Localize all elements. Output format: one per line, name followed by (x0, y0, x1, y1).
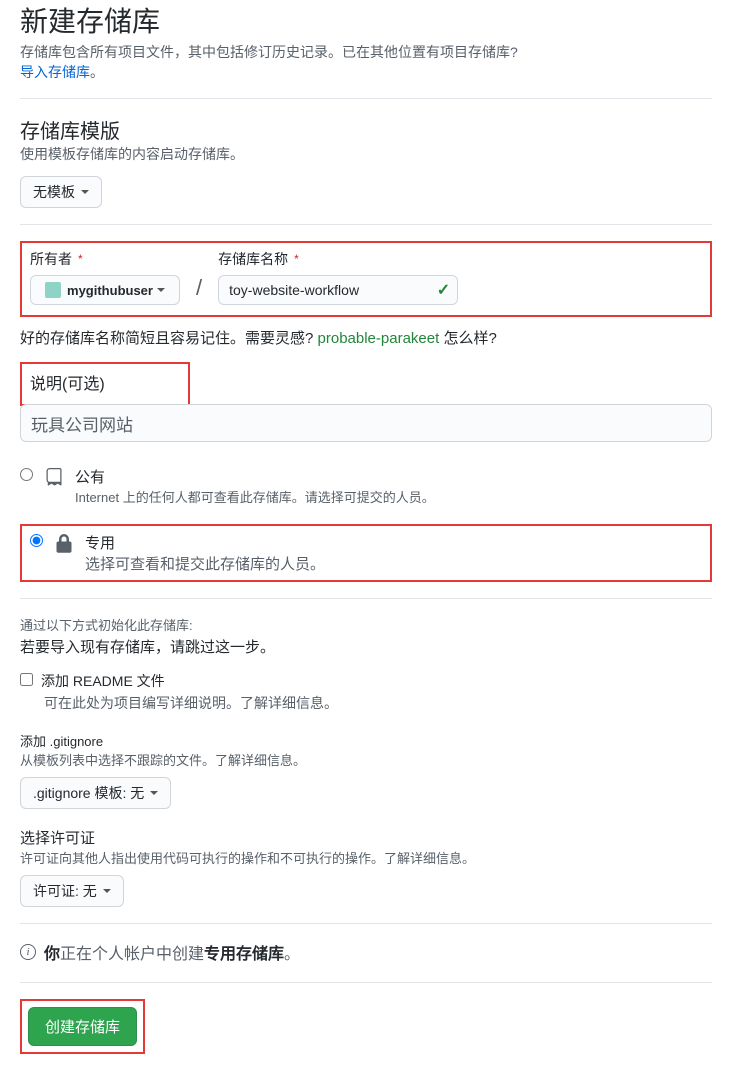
gitignore-label: 添加 .gitignore (20, 731, 712, 750)
repo-name-label: 存储库名称* (218, 249, 458, 269)
visibility-private-title: 专用 (85, 532, 325, 553)
owner-label: 所有者* (30, 249, 180, 269)
description-input[interactable] (20, 404, 712, 442)
chevron-down-icon (150, 791, 158, 795)
init-skip-hint: 若要导入现有存储库，请跳过这一步。 (20, 636, 712, 657)
import-repo-link[interactable]: 导入存储库 (20, 64, 90, 80)
license-desc: 许可证向其他人指出使用代码可执行的操作和不可执行的操作。了解详细信息。 (20, 848, 712, 867)
visibility-private-highlight: 专用 选择可查看和提交此存储库的人员。 (20, 524, 712, 582)
divider (20, 98, 712, 99)
owner-repo-highlight: 所有者* mygithubuser / 存储库名称* ✓ (20, 241, 712, 317)
repo-name-hint: 好的存储库名称简短且容易记住。需要灵感? probable-parakeet 怎… (20, 327, 712, 348)
avatar-icon (45, 282, 61, 298)
readme-checkbox[interactable] (20, 673, 33, 686)
visibility-public-title: 公有 (75, 466, 435, 487)
visibility-public-row[interactable]: 公有 Internet 上的任何人都可查看此存储库。请选择可提交的人员。 (20, 460, 712, 512)
template-title: 存储库模版 (20, 115, 712, 144)
create-button-highlight: 创建存储库 (20, 999, 145, 1054)
divider (20, 598, 712, 599)
owner-select[interactable]: mygithubuser (30, 275, 180, 305)
page-title: 新建存储库 (20, 0, 712, 40)
chevron-down-icon (103, 889, 111, 893)
template-desc: 使用模板存储库的内容启动存储库。 (20, 144, 712, 164)
description-label: 说明(可选) (30, 376, 105, 393)
visibility-private-radio[interactable] (30, 534, 43, 547)
chevron-down-icon (81, 190, 89, 194)
divider (20, 923, 712, 924)
lock-icon (53, 532, 75, 554)
repo-icon (43, 466, 65, 488)
create-repo-button[interactable]: 创建存储库 (28, 1007, 137, 1046)
visibility-private-row[interactable]: 专用 选择可查看和提交此存储库的人员。 (30, 532, 702, 574)
init-heading: 通过以下方式初始化此存储库: (20, 615, 712, 634)
description-label-highlight: 说明(可选) (20, 362, 190, 406)
divider (20, 224, 712, 225)
suggested-name[interactable]: probable-parakeet (318, 330, 440, 347)
visibility-public-radio[interactable] (20, 468, 33, 481)
gitignore-select[interactable]: .gitignore 模板: 无 (20, 777, 171, 809)
check-icon: ✓ (437, 280, 450, 300)
readme-desc: 可在此处为项目编写详细说明。了解详细信息。 (44, 693, 712, 713)
template-select[interactable]: 无模板 (20, 176, 102, 208)
repo-name-input[interactable] (218, 275, 458, 305)
slash-separator: / (192, 275, 206, 305)
license-select[interactable]: 许可证: 无 (20, 875, 124, 907)
visibility-public-desc: Internet 上的任何人都可查看此存储库。请选择可提交的人员。 (75, 487, 435, 506)
readme-label: 添加 README 文件 (41, 671, 165, 691)
info-icon: i (20, 944, 36, 960)
visibility-private-desc: 选择可查看和提交此存储库的人员。 (85, 553, 325, 574)
info-summary: i 你正在个人帐户中创建专用存储库。 (20, 940, 712, 964)
page-subtitle: 存储库包含所有项目文件，其中包括修订历史记录。已在其他位置有项目存储库? 导入存… (20, 42, 712, 82)
gitignore-desc: 从模板列表中选择不跟踪的文件。了解详细信息。 (20, 750, 712, 769)
chevron-down-icon (157, 288, 165, 292)
license-label: 选择许可证 (20, 827, 712, 848)
